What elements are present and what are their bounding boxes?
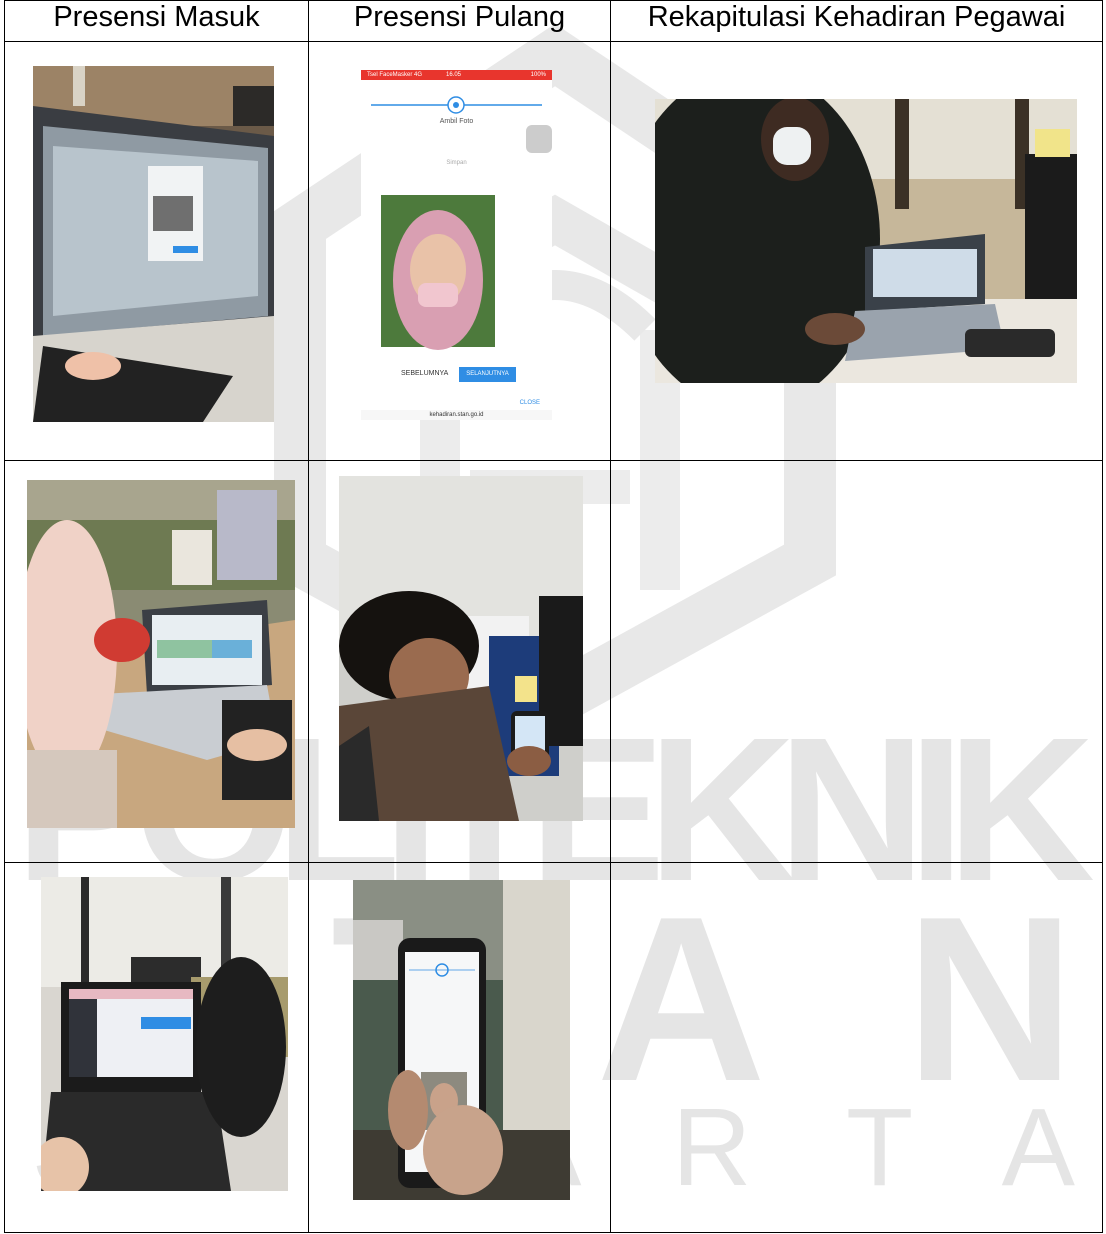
table-row: Tsel FaceMasker 4G 16.05 100% Ambil Foto… <box>4 41 1103 461</box>
photo-phone-selfie <box>353 880 570 1200</box>
cell-masuk-1 <box>4 41 309 461</box>
phone-screenshot: Tsel FaceMasker 4G 16.05 100% Ambil Foto… <box>361 70 552 420</box>
table-header-row: Presensi Masuk Presensi Pulang Rekapitul… <box>4 0 1103 42</box>
step-label-ambil-foto: Ambil Foto <box>439 118 474 125</box>
cell-pulang-2 <box>308 460 611 863</box>
cell-rekap-2 <box>610 460 1103 863</box>
table-row <box>4 862 1103 1233</box>
attendance-table: Presensi Masuk Presensi Pulang Rekapitul… <box>4 0 1103 1233</box>
cell-rekap-1 <box>610 41 1103 461</box>
cell-pulang-3 <box>308 862 611 1233</box>
cell-masuk-2 <box>4 460 309 863</box>
header-presensi-pulang: Presensi Pulang <box>308 0 611 42</box>
phone-time: 16.05 <box>446 72 462 78</box>
phone-status-bar: Tsel FaceMasker 4G <box>367 72 423 78</box>
phone-footer-url: kehadiran.stan.go.id <box>429 412 484 418</box>
close-button[interactable]: CLOSE <box>520 400 540 406</box>
photo-phone-user <box>339 476 583 821</box>
phone-battery: 100% <box>530 72 546 78</box>
photo-rekap-laptop <box>655 99 1077 383</box>
next-button[interactable]: SELANJUTNYA <box>459 367 516 382</box>
table-row <box>4 460 1103 863</box>
step-label-simpan: Simpan <box>446 160 467 166</box>
header-presensi-masuk: Presensi Masuk <box>4 0 309 42</box>
cell-rekap-3 <box>610 862 1103 1233</box>
photo-laptop-office <box>27 480 295 828</box>
header-rekapitulasi: Rekapitulasi Kehadiran Pegawai <box>610 0 1103 42</box>
prev-button[interactable]: SEBELUMNYA <box>401 370 448 377</box>
cell-pulang-1: Tsel FaceMasker 4G 16.05 100% Ambil Foto… <box>308 41 611 461</box>
photo-desktop-login <box>33 66 274 422</box>
cell-masuk-3 <box>4 862 309 1233</box>
photo-hp-laptop <box>41 877 288 1191</box>
